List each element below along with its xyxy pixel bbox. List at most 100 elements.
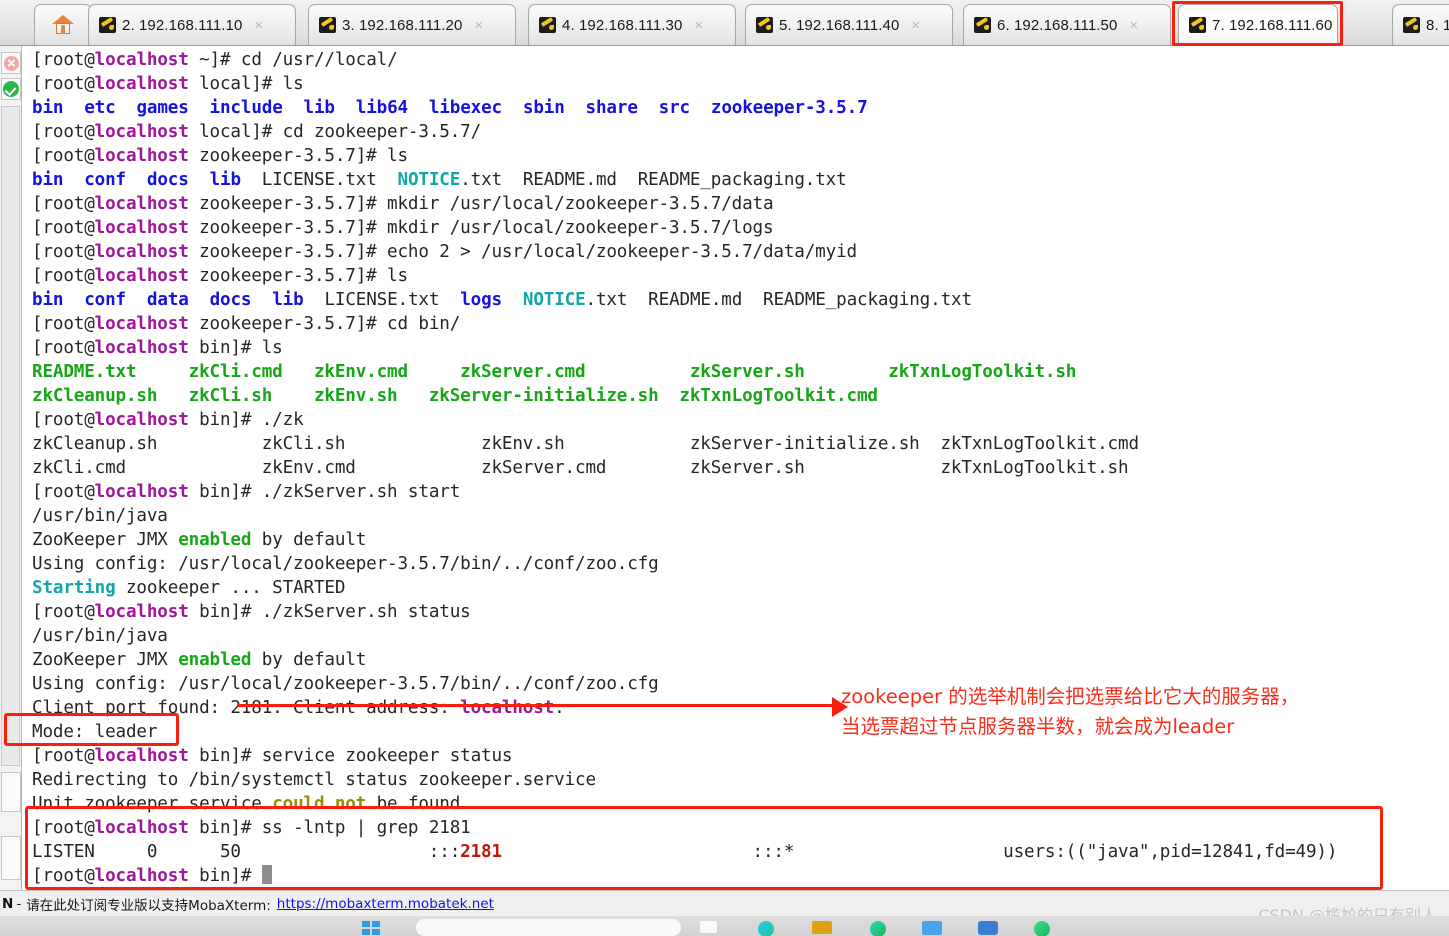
status-prefix: N [2,895,14,912]
explorer-icon[interactable] [812,921,832,934]
sidebar-button-lower[interactable] [1,772,21,812]
tab-session-6-active[interactable]: 7. 192.168.111.60 [1178,4,1338,45]
terminal-text: localhost [94,602,189,622]
sidebar-rail [1,106,20,766]
terminal-text: [ [32,50,43,70]
terminal-text: Using config: /usr/local/zookeeper-3.5.7… [32,554,659,574]
terminal-text: Client port found: 2181. Client address: [32,698,461,718]
app-icon[interactable] [1034,921,1050,936]
terminal-line: [root@localhost zookeeper-3.5.7]# echo 2… [32,240,1449,264]
terminal-text: bin]# [188,866,262,886]
tab-session-3[interactable]: 4. 192.168.111.30 × [528,4,736,45]
terminal-text: etc [84,98,116,118]
tab-label: 2. 192.168.111.10 [122,16,243,34]
task-view-icon[interactable] [700,921,717,933]
terminal-pane[interactable]: [root@localhost ~]# cd /usr//local/[root… [23,46,1449,890]
terminal-text: Redirecting to /bin/systemctl status zoo… [32,770,596,790]
terminal-text: local]# ls [188,74,304,94]
disconnect-button[interactable] [1,52,21,74]
terminal-line: [root@localhost zookeeper-3.5.7]# cd bin… [32,312,1449,336]
terminal-line: [root@localhost bin]# ./zkServer.sh star… [32,480,1449,504]
terminal-cursor [261,865,272,884]
terminal-line: Client port found: 2181. Client address:… [32,696,1449,720]
check-circle-icon [3,81,19,97]
terminal-line: ZooKeeper JMX enabled by default [32,648,1449,672]
terminal-text: localhost [460,698,555,718]
terminal-text: logs [460,290,502,310]
terminal-text: conf [84,170,126,190]
tab-session-5[interactable]: 6. 192.168.111.50 × [963,4,1171,45]
terminal-line: bin etc games include lib lib64 libexec … [32,96,1449,120]
mail-icon[interactable] [922,921,942,935]
start-button[interactable] [362,921,382,935]
search-box[interactable] [416,919,681,936]
tab-home[interactable] [34,4,92,45]
terminal-text: src [658,98,690,118]
terminal-line: [root@localhost bin]# ls [32,336,1449,360]
x-circle-icon [3,55,19,71]
terminal-line: [root@localhost zookeeper-3.5.7]# ls [32,264,1449,288]
left-sidebar [0,46,22,890]
terminal-text: [root@ [32,482,95,502]
terminal-line: /usr/bin/java [32,624,1449,648]
windows-taskbar [0,916,1449,936]
terminal-text: /usr/bin/java [32,626,168,646]
terminal-text: [root@ [32,218,95,238]
terminal-text: bin]# ss -lntp | grep 2181 [188,818,471,838]
terminal-text: 2181 [460,842,502,862]
sidebar-button-bottom[interactable] [1,836,21,880]
terminal-line: [root@localhost ~]# cd /usr//local/ [32,48,1449,72]
terminal-text: README.txt zkCli.cmd zkEnv.cmd zkServer.… [32,362,1077,382]
tab-label: 3. 192.168.111.20 [342,16,463,34]
terminal-line: zkCli.cmd zkEnv.cmd zkServer.cmd zkServe… [32,456,1449,480]
tab-session-4[interactable]: 5. 192.168.111.40 × [745,4,953,45]
status-bar: N - 请在此处订阅专业版以支持MobaXterm: https://mobax… [0,890,1449,916]
terminal-text: sbin [522,98,565,118]
tab-close-icon[interactable]: × [474,18,483,33]
tab-close-icon[interactable]: × [911,18,920,33]
terminal-line: [root@localhost zookeeper-3.5.7]# mkdir … [32,192,1449,216]
status-text: 请在此处订阅专业版以支持MobaXterm: [26,897,271,914]
terminal-line: /usr/bin/java [32,504,1449,528]
terminal-text: bin]# ./zkServer.sh start [188,482,461,502]
terminal-text: zkCleanup.sh zkCli.sh zkEnv.sh zkServer-… [32,386,878,406]
terminal-session-icon [319,17,336,33]
tab-session-2[interactable]: 3. 192.168.111.20 × [308,4,516,45]
home-icon [52,15,74,35]
terminal-session-icon [974,17,991,33]
teams-icon[interactable] [978,921,998,935]
connected-status-button[interactable] [1,78,21,100]
terminal-text: [root@ [32,746,95,766]
mobaxterm-link[interactable]: https://mobaxterm.mobatek.net [277,896,494,912]
tab-close-icon[interactable]: × [694,18,703,33]
tab-label: 7. 192.168.111.60 [1212,16,1333,34]
terminal-text: zookeeper-3.5.7]# cd bin/ [188,314,461,334]
terminal-text: NOTICE [522,290,586,310]
terminal-text: ZooKeeper JMX [32,650,179,670]
terminal-text: zkCleanup.sh zkCli.sh zkEnv.sh zkServer-… [32,434,1139,454]
terminal-line: [root@localhost zookeeper-3.5.7]# mkdir … [32,216,1449,240]
tab-label: 6. 192.168.111.50 [997,16,1118,34]
edge-icon[interactable] [758,921,774,936]
terminal-text: enabled [178,650,252,670]
terminal-text: localhost [94,218,189,238]
terminal-text: lib [272,290,304,310]
tab-label: 5. 192.168.111.40 [779,16,900,34]
terminal-text: localhost [94,242,189,262]
terminal-session-icon [756,17,773,33]
terminal-line: Using config: /usr/local/zookeeper-3.5.7… [32,672,1449,696]
tab-session-1[interactable]: 2. 192.168.111.10 × [88,4,296,45]
tab-close-icon[interactable]: × [1129,18,1138,33]
terminal-text: bin [32,290,64,310]
terminal-text: @ [84,50,95,70]
tab-close-icon[interactable]: × [254,18,263,33]
terminal-line: Redirecting to /bin/systemctl status zoo… [32,768,1449,792]
store-icon[interactable] [870,921,886,936]
tab-session-7[interactable]: 8. 19 [1392,4,1449,45]
terminal-text: local]# cd zookeeper-3.5.7/ [188,122,482,142]
terminal-text: root [42,50,85,70]
